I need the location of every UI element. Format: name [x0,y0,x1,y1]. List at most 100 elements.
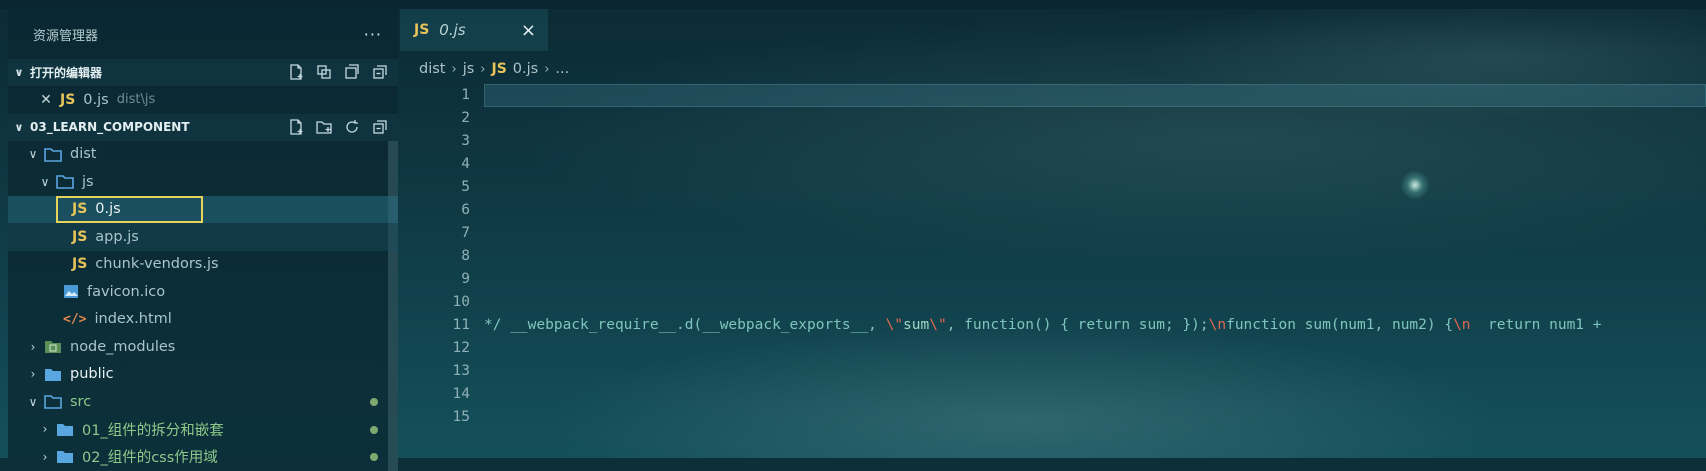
line-number: 1 [461,87,470,103]
collapse-all-icon[interactable] [370,117,390,137]
line-number: 9 [461,271,470,287]
line-number: 12 [452,340,470,356]
tree-item-favicon[interactable]: favicon.ico [8,278,398,306]
line-number: 3 [461,133,470,149]
tree-item-src[interactable]: ∨ src [8,388,398,416]
tree-item-node-modules[interactable]: › node_modules [8,333,398,361]
tree-item-index-html[interactable]: </> index.html [8,306,398,334]
chevron-down-icon[interactable]: ∨ [26,395,40,409]
explorer-title: 资源管理器 [33,28,99,44]
javascript-file-icon: JS [72,256,88,273]
close-all-icon[interactable] [370,62,390,82]
close-icon[interactable]: × [521,20,536,41]
code-token: return num1 + [1470,317,1602,333]
tree-item-0js[interactable]: JS 0.js [8,195,398,223]
more-actions-icon[interactable]: ··· [364,25,382,44]
tree-item-label: node_modules [70,338,176,355]
tree-item-appjs[interactable]: JS app.js [8,223,398,251]
tree-item-label: chunk-vendors.js [95,256,219,273]
folder-icon [57,451,73,464]
code-token: */ __webpack_require__.d(__webpack_expor… [484,317,886,333]
breadcrumb-js[interactable]: js [463,61,475,77]
chevron-right-icon[interactable]: › [38,422,52,436]
open-editor-filename: 0.js [83,91,109,108]
line-number: 2 [461,110,470,126]
tree-item-02[interactable]: › 02_组件的css作用域 [8,443,398,471]
tree-item-label: index.html [94,311,172,328]
explorer-header: 资源管理器 ··· [8,9,398,59]
open-editor-path: dist\js [116,92,156,108]
chevron-right-icon[interactable]: › [26,367,40,381]
background-star-glow [1400,170,1430,200]
git-status-dot [370,453,378,461]
project-section[interactable]: ∨ 03_LEARN_COMPONENT [8,113,398,141]
tree-item-label: src [70,393,92,410]
new-file-icon[interactable] [286,62,306,82]
save-all-icon[interactable] [342,62,362,82]
code-escape: \n [1453,317,1471,333]
tab-filename: 0.js [439,21,466,39]
html-file-icon: </> [63,311,87,327]
current-line-highlight [484,84,1706,107]
javascript-file-icon: JS [414,22,430,38]
folder-icon [57,423,73,436]
new-folder-icon[interactable] [314,117,334,137]
git-status-dot [370,398,378,406]
menu-strip [0,0,1706,9]
chevron-down-icon[interactable]: ∨ [26,147,40,161]
focus-outline [56,195,203,223]
folder-open-icon [56,175,74,190]
tree-item-label: dist [70,146,97,163]
tree-item-dist[interactable]: ∨ dist [8,141,398,169]
tree-item-label: 02_组件的css作用域 [82,450,218,467]
folder-open-icon [44,147,62,162]
git-status-dot [370,425,378,434]
breadcrumb-file[interactable]: 0.js [513,61,538,77]
javascript-file-icon: JS [60,91,76,108]
javascript-file-icon: JS [491,61,507,77]
image-file-icon [64,285,78,299]
code-string: sum [903,317,930,333]
new-file-icon[interactable] [286,117,306,137]
tree-item-label: 01_组件的拆分和嵌套 [82,422,224,439]
close-editor-icon[interactable]: ✕ [38,92,54,108]
code-token: , function() { return sum; }); [946,317,1209,333]
editor-tab-0js[interactable]: JS 0.js × [400,9,548,51]
breadcrumb-more[interactable]: ... [555,61,569,77]
code-escape: \n [1208,317,1227,333]
tree-item-public[interactable]: › public [8,361,398,389]
tree-item-label: public [70,366,114,383]
line-number: 15 [452,409,470,425]
chevron-down-icon[interactable]: ∨ [8,66,30,79]
folder-icon [45,368,61,381]
chevron-down-icon[interactable]: ∨ [8,121,30,134]
chevron-right-icon: › [480,61,486,77]
open-editors-section[interactable]: ∨ 打开的编辑器 [8,59,398,86]
javascript-file-icon: JS [72,228,88,245]
code-escape: \" [885,317,904,333]
chevron-right-icon: › [544,61,550,77]
chevron-down-icon[interactable]: ∨ [38,175,52,189]
line-number-gutter: 1 2 3 4 5 6 7 8 9 10 11 12 13 14 15 [410,84,470,429]
line-number: 6 [461,202,470,218]
refresh-icon[interactable] [342,117,362,137]
line-number: 7 [461,225,470,241]
line-number: 5 [461,179,470,195]
open-editor-item[interactable]: ✕ JS 0.js dist\js [8,86,398,114]
line-number: 10 [452,294,470,310]
code-line-11[interactable]: */ __webpack_require__.d(__webpack_expor… [484,314,1602,337]
tree-item-js[interactable]: ∨ js [8,168,398,196]
code-token: function sum(num1, num2) { [1226,317,1454,333]
breadcrumb: dist › js › JS 0.js › ... [419,54,569,84]
chevron-right-icon[interactable]: › [26,340,40,354]
folder-open-icon [44,395,62,410]
breadcrumb-dist[interactable]: dist [419,61,445,77]
explorer-sidebar: 资源管理器 ··· ∨ 打开的编辑器 ✕ JS 0.js dist\js ∨ 0… [8,9,398,471]
tree-item-01[interactable]: › 01_组件的拆分和嵌套 [8,416,398,444]
chevron-right-icon[interactable]: › [38,450,52,464]
line-number: 4 [461,156,470,172]
line-number: 14 [452,386,470,402]
line-number: 11 [452,317,470,333]
tree-item-chunk-vendors[interactable]: JS chunk-vendors.js [8,251,398,279]
toggle-vertical-layout-icon[interactable] [314,62,334,82]
